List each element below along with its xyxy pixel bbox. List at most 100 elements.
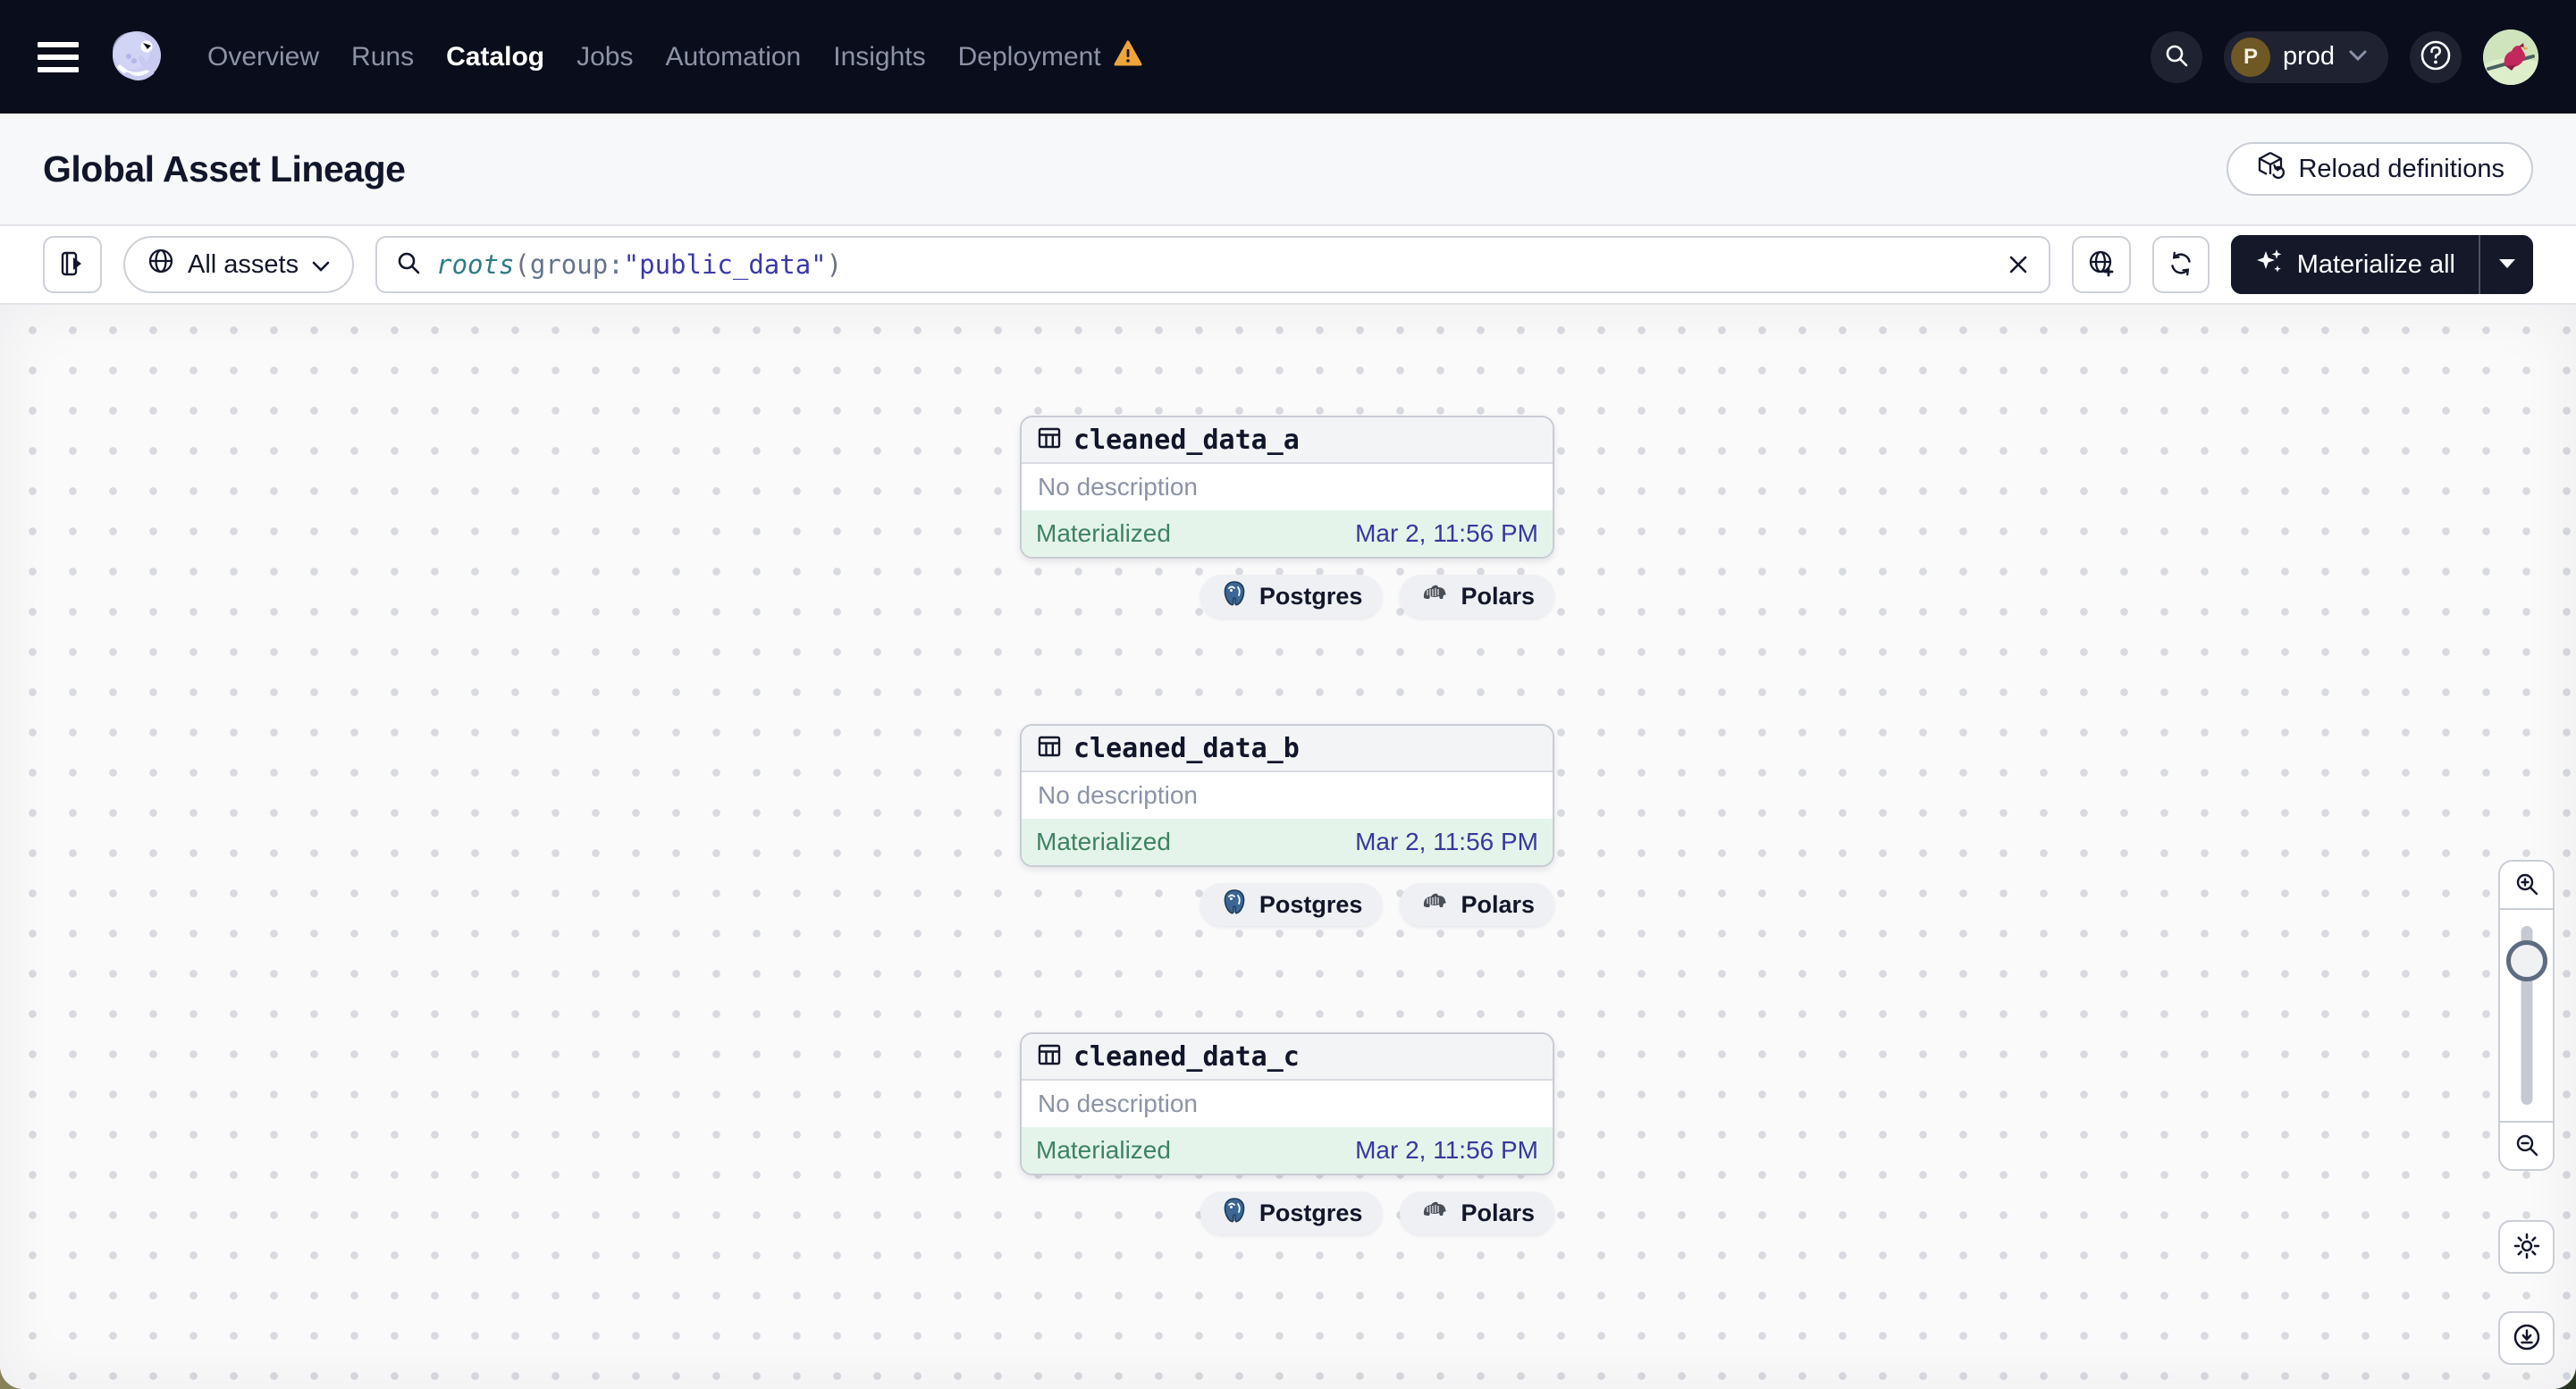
hamburger-bar (38, 41, 79, 47)
materialization-timestamp-link[interactable]: Mar 2, 11:56 PM (1355, 1136, 1538, 1165)
materialize-options-button[interactable] (2479, 235, 2533, 294)
environment-initial-badge: P (2230, 37, 2270, 77)
query-paren-open: ( (514, 249, 530, 280)
materialize-all-button[interactable]: Materialize all (2230, 235, 2479, 294)
search-icon (395, 249, 422, 281)
nav-item-catalog[interactable]: Catalog (446, 42, 544, 72)
chevron-down-icon (2347, 48, 2369, 65)
app-window: Overview Runs Catalog Jobs Automation In… (0, 0, 2576, 1389)
materialize-split-button: Materialize all (2230, 235, 2533, 294)
nav-item-deployment[interactable]: Deployment (958, 40, 1142, 74)
asset-query-text: roots(group: "public_data") (436, 249, 842, 280)
primary-nav: Overview Runs Catalog Jobs Automation In… (207, 40, 1142, 74)
nav-item-automation[interactable]: Automation (665, 42, 801, 72)
zoom-slider-knob[interactable] (2505, 940, 2547, 981)
globe-plus-icon (2086, 248, 2117, 282)
nav-item-jobs[interactable]: Jobs (577, 42, 633, 72)
user-avatar[interactable] (2483, 29, 2538, 85)
graph-settings-button[interactable] (2498, 1220, 2555, 1274)
nav-item-overview[interactable]: Overview (207, 42, 319, 72)
materialization-timestamp-link[interactable]: Mar 2, 11:56 PM (1355, 828, 1538, 856)
chevron-down-icon (311, 250, 331, 280)
polars-bear-icon (1419, 582, 1450, 611)
toggle-sidebar-button[interactable] (43, 236, 102, 293)
tag-polars[interactable]: Polars (1400, 1191, 1554, 1234)
materialization-timestamp-link[interactable]: Mar 2, 11:56 PM (1355, 519, 1538, 548)
environment-switcher[interactable]: P prod (2223, 30, 2388, 83)
tag-polars[interactable]: Polars (1400, 575, 1554, 618)
zoom-slider[interactable] (2500, 910, 2553, 1121)
tag-postgres[interactable]: Postgres (1200, 1191, 1383, 1234)
nav-item-label: Runs (351, 41, 415, 72)
asset-status-row: Materialized Mar 2, 11:56 PM (1022, 1127, 1553, 1174)
asset-node-cleaned-data-c[interactable]: cleaned_data_c No description Materializ… (1020, 1032, 1554, 1175)
table-icon (1036, 425, 1063, 456)
dagster-logo-icon[interactable] (107, 28, 166, 87)
asset-name: cleaned_data_a (1073, 424, 1300, 456)
caret-down-icon (2497, 257, 2517, 273)
zoom-out-button[interactable] (2500, 1121, 2553, 1169)
asset-description: No description (1022, 464, 1553, 510)
download-image-button[interactable] (2498, 1311, 2555, 1365)
reload-definitions-button[interactable]: Reload definitions (2227, 142, 2533, 196)
asset-scope-dropdown[interactable]: All assets (123, 236, 355, 293)
postgres-elephant-icon (1220, 1196, 1249, 1231)
table-icon (1036, 1041, 1063, 1073)
hamburger-menu-button[interactable] (38, 41, 79, 72)
asset-name: cleaned_data_c (1073, 1040, 1300, 1073)
page-title: Global Asset Lineage (43, 147, 406, 189)
postgres-elephant-icon (1220, 579, 1249, 614)
help-button[interactable] (2410, 30, 2462, 83)
asset-tags-row: Postgres Polars (1020, 575, 1554, 618)
nav-item-runs[interactable]: Runs (351, 42, 414, 72)
top-nav: Overview Runs Catalog Jobs Automation In… (0, 0, 2576, 114)
hamburger-bar (38, 66, 79, 72)
query-field: group: (529, 249, 624, 280)
nav-item-insights[interactable]: Insights (833, 42, 925, 72)
asset-node-header[interactable]: cleaned_data_a (1022, 417, 1553, 464)
asset-node-cleaned-data-a[interactable]: cleaned_data_a No description Materializ… (1020, 416, 1554, 559)
asset-scope-label: All assets (188, 249, 299, 279)
tag-label: Polars (1461, 890, 1535, 918)
status-badge: Materialized (1036, 1136, 1171, 1164)
global-search-button[interactable] (2150, 30, 2202, 83)
hamburger-bar (38, 54, 79, 60)
status-badge: Materialized (1036, 828, 1171, 855)
nav-item-label: Catalog (446, 41, 545, 72)
polars-bear-icon (1419, 890, 1450, 920)
asset-node-header[interactable]: cleaned_data_c (1022, 1034, 1553, 1081)
zoom-in-button[interactable] (2500, 862, 2553, 910)
page-header: Global Asset Lineage Reload definitions (0, 114, 2576, 226)
tag-label: Postgres (1259, 582, 1363, 610)
tag-polars[interactable]: Polars (1400, 883, 1554, 926)
open-panel-icon (57, 248, 88, 282)
lineage-toolbar: All assets roots(group: "public_data") M… (0, 226, 2576, 305)
warning-triangle-icon (1114, 40, 1142, 74)
tag-postgres[interactable]: Postgres (1200, 883, 1383, 926)
status-badge: Materialized (1036, 519, 1171, 547)
refresh-icon (2167, 249, 2195, 281)
table-icon (1036, 733, 1063, 764)
nav-item-label: Deployment (957, 41, 1101, 72)
zoom-out-icon (2513, 1132, 2540, 1161)
tag-label: Polars (1461, 582, 1535, 610)
tag-label: Postgres (1259, 890, 1363, 918)
search-icon (2163, 42, 2190, 72)
query-paren-close: ) (826, 249, 843, 280)
reload-cube-icon (2255, 150, 2286, 188)
lineage-canvas[interactable]: cleaned_data_a No description Materializ… (0, 305, 2576, 1389)
asset-query-input[interactable]: roots(group: "public_data") (375, 236, 2050, 293)
new-selection-button[interactable] (2071, 236, 2131, 293)
clear-query-button[interactable] (2006, 252, 2031, 277)
query-value: "public_data" (623, 249, 827, 280)
asset-node-cleaned-data-b[interactable]: cleaned_data_b No description Materializ… (1020, 724, 1554, 867)
tag-postgres[interactable]: Postgres (1200, 575, 1383, 618)
reload-definitions-label: Reload definitions (2298, 154, 2504, 183)
asset-tags-row: Postgres Polars (1020, 1191, 1554, 1234)
nav-item-label: Overview (207, 41, 320, 72)
asset-status-row: Materialized Mar 2, 11:56 PM (1022, 510, 1553, 557)
refresh-button[interactable] (2151, 236, 2210, 293)
asset-node-header[interactable]: cleaned_data_b (1022, 726, 1553, 772)
tag-label: Polars (1461, 1199, 1535, 1226)
nav-item-label: Jobs (577, 41, 634, 72)
